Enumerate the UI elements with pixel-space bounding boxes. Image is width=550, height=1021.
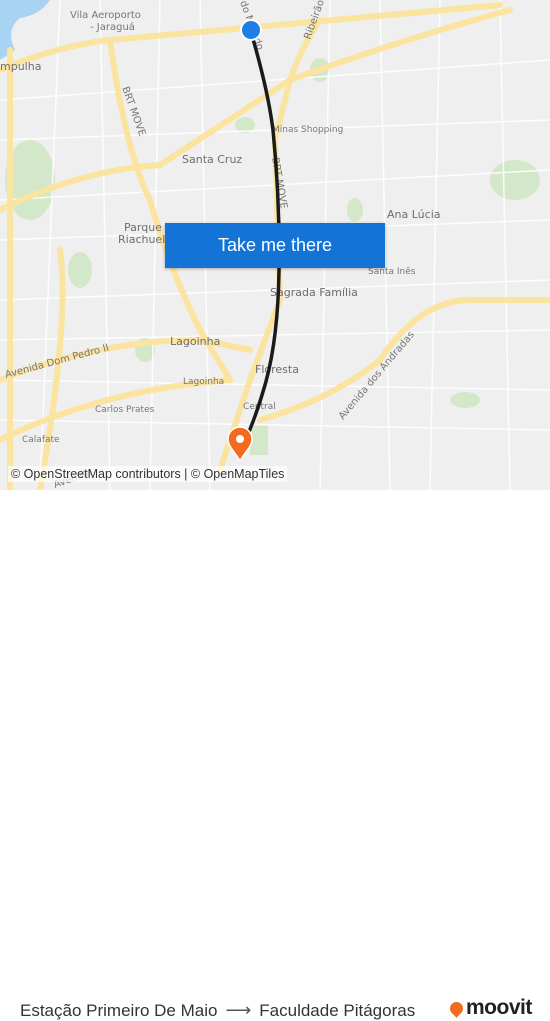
- label-jaragua: - Jaraguá: [90, 21, 135, 33]
- take-me-there-button[interactable]: Take me there: [165, 223, 385, 268]
- route-summary: Estação Primeiro De Maio ⟶ Faculdade Pit…: [20, 1000, 415, 1021]
- label-floresta: Floresta: [255, 363, 299, 376]
- label-lagoinha-station: Lagoinha: [183, 377, 224, 387]
- label-minas-shopping: Minas Shopping: [272, 125, 343, 135]
- label-carlos-prates: Carlos Prates: [95, 405, 155, 415]
- brand-name: moovit: [466, 996, 532, 1019]
- moovit-pin-icon: [447, 998, 466, 1018]
- label-calafate: Calafate: [22, 435, 60, 445]
- arrow-right-icon: ⟶: [225, 1000, 252, 1020]
- origin-marker[interactable]: [240, 19, 262, 41]
- footer-bar: Estação Primeiro De Maio ⟶ Faculdade Pit…: [0, 490, 550, 1020]
- destination-name: Faculdade Pitágoras: [259, 1000, 416, 1020]
- label-santa-cruz: Santa Cruz: [182, 153, 242, 166]
- label-sagrada-familia: Sagrada Família: [270, 286, 358, 299]
- map[interactable]: Vila Aeroporto - Jaraguá mpulha BRT MOVE…: [0, 0, 550, 490]
- label-avenida-dos-andradas: Avenida dos Andradas: [337, 330, 417, 422]
- map-attribution[interactable]: © OpenStreetMap contributors | © OpenMap…: [8, 466, 288, 482]
- label-lagoinha: Lagoinha: [170, 335, 220, 348]
- moovit-logo[interactable]: moovit: [447, 996, 532, 1020]
- label-pampulha: mpulha: [0, 60, 41, 73]
- destination-pin-icon[interactable]: [227, 426, 253, 463]
- label-ana-lucia: Ana Lúcia: [387, 208, 441, 221]
- label-vila-aeroporto: Vila Aeroporto: [70, 10, 141, 21]
- origin-name: Estação Primeiro De Maio: [20, 1000, 218, 1020]
